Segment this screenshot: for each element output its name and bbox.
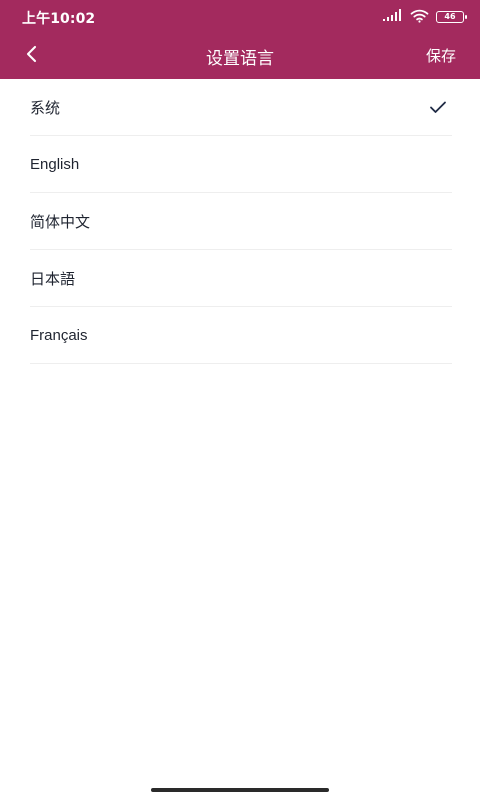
top-app-bar: 上午10:02 46 设置语言 保存	[0, 0, 480, 79]
language-option-french[interactable]: Français	[30, 307, 452, 364]
language-option-japanese[interactable]: 日本語	[30, 250, 452, 307]
battery-icon: 46	[436, 11, 467, 23]
save-button[interactable]: 保存	[426, 45, 456, 66]
wifi-icon	[410, 8, 429, 27]
checkmark-icon	[428, 97, 448, 117]
language-label: Français	[30, 326, 88, 344]
language-label: English	[30, 155, 80, 173]
home-indicator	[151, 788, 329, 792]
battery-level: 46	[444, 12, 456, 21]
status-icons: 46	[383, 8, 467, 27]
language-option-system[interactable]: 系统	[30, 79, 452, 136]
language-label: 简体中文	[30, 213, 91, 231]
language-settings-screen: 上午10:02 46 设置语言 保存 系统 English 简体中文 日本語 F…	[0, 0, 480, 800]
page-title: 设置语言	[206, 49, 274, 69]
status-bar: 上午10:02 46	[0, 0, 480, 32]
status-time: 上午10:02	[22, 11, 96, 27]
signal-icon	[383, 8, 403, 27]
navigation-bar: 设置语言 保存	[0, 32, 480, 79]
language-option-english[interactable]: English	[30, 136, 452, 193]
language-option-simplified-chinese[interactable]: 简体中文	[30, 193, 452, 250]
language-label: 系统	[30, 99, 61, 117]
language-label: 日本語	[30, 270, 76, 288]
language-list: 系统 English 简体中文 日本語 Français	[0, 79, 480, 364]
